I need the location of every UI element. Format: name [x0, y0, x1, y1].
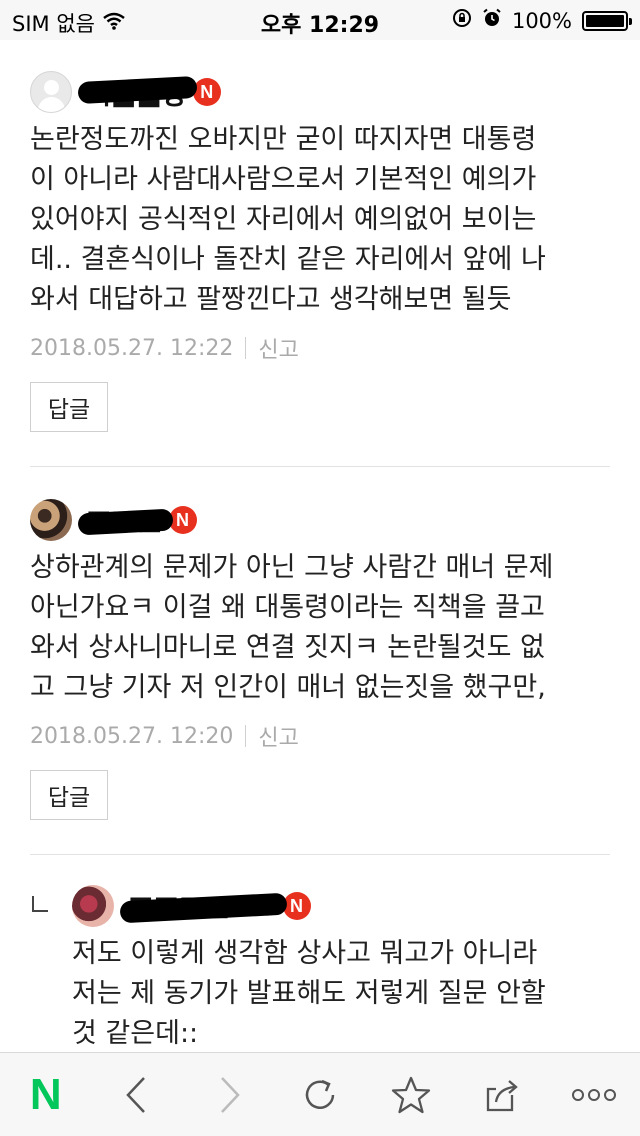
comment-line: 저는 제 동기가 발표해도 저렇게 질문 안할 [72, 978, 546, 1009]
comment-divider [30, 466, 610, 467]
comment-timestamp: 2018.05.27. 12:22 [30, 335, 234, 361]
author-nickname[interactable]: ■■■ [77, 505, 174, 536]
comment-line: 있어야지 공식적인 자리에서 예의없어 보이는 [30, 204, 537, 235]
comment-timestamp: 2018.05.27. 12:20 [30, 723, 234, 749]
comment-meta: 2018.05.27. 12:20 신고 [30, 720, 610, 752]
comment-item: ■■■ N 상하관계의 문제가 아닌 그냥 사람간 매너 문제 아닌가요ㅋ 이걸… [30, 496, 610, 820]
reply-indicator-icon [32, 896, 48, 912]
forward-icon[interactable] [199, 1065, 259, 1125]
status-bar: SIM 없음 오후 12:29 100% [0, 0, 640, 40]
report-link[interactable]: 신고 [258, 332, 298, 364]
naver-logo: N [29, 1069, 62, 1119]
reply-button[interactable]: 답글 [30, 382, 108, 432]
naver-badge-icon: N [282, 892, 311, 920]
comment-line: 이 아니라 사람대사람으로서 기본적인 예의가 [30, 164, 537, 195]
naver-badge-icon: N [168, 506, 197, 534]
comment-divider [30, 854, 610, 855]
author-nickname[interactable]: ■■■■me [119, 891, 287, 923]
comment-line: 데.. 결혼식이나 돌잔치 같은 자리에서 앞에 나 [30, 244, 546, 275]
reply-button[interactable]: 답글 [30, 770, 108, 820]
redaction-scribble [77, 508, 174, 535]
comment-header: ■■■■me N [72, 882, 610, 930]
status-right: 100% [452, 8, 632, 33]
alarm-icon [482, 8, 502, 33]
comment-header: ■■■ N [30, 496, 610, 544]
bottom-toolbar: N [0, 1052, 640, 1136]
meta-divider [245, 725, 247, 747]
comment-body: 저도 이렇게 생각함 상사고 뭐고가 아니라 저는 제 동기가 발표해도 저렇게… [72, 934, 610, 1052]
back-icon[interactable] [107, 1065, 167, 1125]
avatar[interactable] [30, 499, 72, 541]
comment-list[interactable]: 씨■■방 N 논란정도까진 오바지만 굳이 따지자면 대통령 이 아니라 사람대… [0, 40, 640, 1052]
naver-home-icon[interactable]: N [16, 1065, 76, 1125]
orientation-lock-icon [452, 8, 472, 33]
author-nickname[interactable]: 씨■■방 [77, 73, 198, 112]
comment-header: 씨■■방 N [30, 68, 610, 116]
battery-percent: 100% [511, 8, 572, 33]
comment-line: 와서 대답하고 팔짱낀다고 생각해보면 될듯 [30, 284, 512, 315]
comment-meta: 2018.05.27. 12:22 신고 [30, 332, 610, 364]
comment-line: 고 그냥 기자 저 인간이 매너 없는짓을 했구만, [30, 672, 546, 703]
naver-badge-icon: N [192, 78, 221, 106]
meta-divider [245, 337, 247, 359]
bookmark-star-icon[interactable] [381, 1065, 441, 1125]
avatar[interactable] [72, 885, 114, 927]
comment-line: 것 같은데:: [72, 1018, 199, 1049]
comment-body: 상하관계의 문제가 아닌 그냥 사람간 매너 문제 아닌가요ㅋ 이걸 왜 대통령… [30, 548, 610, 708]
comment-line: 와서 상사니마니로 연결 짓지ㅋ 논란될것도 없 [30, 632, 545, 663]
comment-line: 논란정도까진 오바지만 굳이 따지자면 대통령 [30, 124, 537, 155]
reply-content: ■■■■me N 저도 이렇게 생각함 상사고 뭐고가 아니라 저는 제 동기가… [72, 882, 610, 1052]
refresh-icon[interactable] [290, 1065, 350, 1125]
comment-line: 저도 이렇게 생각함 상사고 뭐고가 아니라 [72, 938, 538, 969]
more-icon[interactable] [564, 1065, 624, 1125]
share-icon[interactable] [473, 1065, 533, 1125]
battery-icon [582, 10, 632, 31]
report-link[interactable]: 신고 [258, 720, 298, 752]
comment-item: 씨■■방 N 논란정도까진 오바지만 굳이 따지자면 대통령 이 아니라 사람대… [30, 68, 610, 432]
comment-line: 아닌가요ㅋ 이걸 왜 대통령이라는 직책을 끌고 [30, 592, 545, 623]
battery-fill [586, 14, 624, 27]
comment-body: 논란정도까진 오바지만 굳이 따지자면 대통령 이 아니라 사람대사람으로서 기… [30, 120, 610, 320]
avatar[interactable] [30, 71, 72, 113]
comment-line: 상하관계의 문제가 아닌 그냥 사람간 매너 문제 [30, 552, 554, 583]
